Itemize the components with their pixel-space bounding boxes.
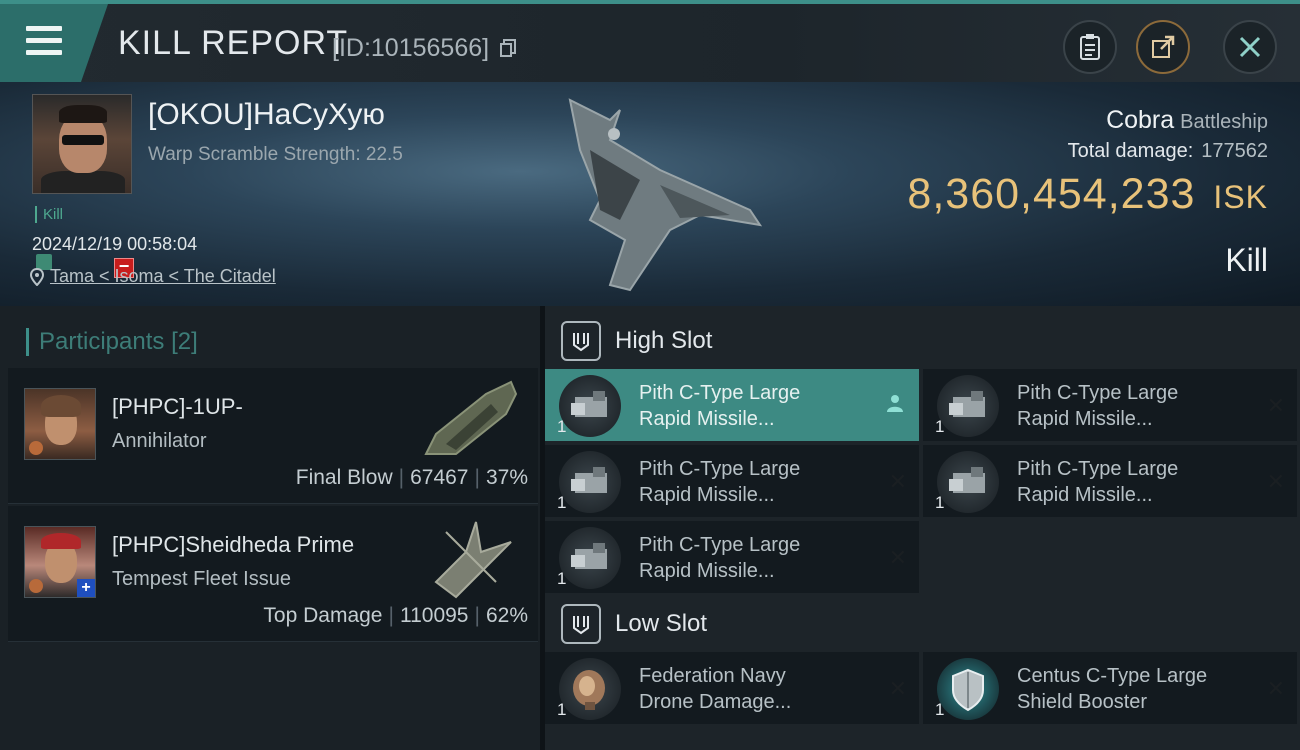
high-slot-title: High Slot [615, 327, 713, 354]
close-icon [1239, 36, 1261, 58]
module-item[interactable]: 1 Pith C-Type Large Rapid Missile... ✕ [545, 521, 919, 593]
x-icon: ✕ [1266, 469, 1285, 494]
report-id: [ID:10156566] [332, 34, 490, 62]
module-qty: 1 [935, 700, 945, 719]
victim-ship-image [568, 98, 763, 292]
fitting-panel: High Slot 1 Pith C-Type Large Rapid Missi… [545, 306, 1300, 750]
slot-icon [561, 604, 601, 644]
participant-avatar[interactable] [24, 388, 96, 460]
participant-stats: Top Damage | 110095 | 62% [263, 604, 528, 627]
result-label: Kill [1225, 242, 1268, 278]
module-item[interactable]: 1 Pith C-Type Large Rapid Missile... ✕ [923, 445, 1297, 517]
participant-ship-image [434, 521, 512, 599]
participant-row[interactable]: [PHPC]-1UP- Annihilator Final Blow | 67467… [8, 368, 538, 504]
victim-panel: − [OKOU]НаСуХую Warp Scramble Strength: … [0, 82, 1300, 306]
x-icon: ✕ [888, 469, 907, 494]
victim-portrait[interactable] [32, 94, 132, 194]
clipboard-button[interactable] [1063, 20, 1117, 74]
warp-scramble-strength: Warp Scramble Strength: 22.5 [148, 144, 403, 165]
module-name: Pith C-Type Large Rapid Missile... [639, 382, 801, 430]
ship-class: Battleship [1180, 111, 1268, 133]
stat-percent: 62% [485, 604, 528, 627]
location-text: Tama < Isoma < The Citadel [50, 266, 276, 286]
participant-name: [PHPC]Sheidheda Prime [112, 532, 355, 557]
module-name: Centus C-Type Large Shield Booster [1017, 665, 1208, 713]
total-damage: Total damage: 177562 [1068, 140, 1268, 163]
x-icon: ✕ [1266, 676, 1285, 701]
module-name: Pith C-Type Large Rapid Missile... [639, 458, 801, 506]
low-slot-header: Low Slot [545, 593, 1300, 655]
copy-icon[interactable] [500, 39, 516, 57]
share-icon [1152, 35, 1175, 58]
close-button[interactable] [1223, 20, 1277, 74]
x-icon: ✕ [888, 676, 907, 701]
plus-status-icon: + [77, 579, 95, 597]
participant-ship: Tempest Fleet Issue [112, 568, 291, 590]
participant-ship: Annihilator [112, 430, 207, 452]
victim-ship: Cobra Battleship [1106, 106, 1268, 135]
location-pin-icon [30, 267, 44, 286]
participants-label: Participants [39, 328, 165, 355]
total-damage-label: Total damage: [1067, 140, 1194, 162]
module-item[interactable]: 1 Pith C-Type Large Rapid Missile... ✕ [923, 369, 1297, 441]
isk-unit: ISK [1213, 179, 1268, 215]
module-item[interactable]: 1 Pith C-Type Large Rapid Missile... [545, 369, 919, 441]
corp-badge-icon [29, 579, 43, 593]
top-bar: KILL REPORT [ID:10156566] [0, 0, 1300, 82]
participant-avatar[interactable]: + [24, 526, 96, 598]
missile-launcher-icon [559, 527, 621, 589]
missile-launcher-icon [937, 375, 999, 437]
kill-datetime: 2024/12/19 00:58:04 [32, 234, 198, 254]
missile-launcher-icon [559, 375, 621, 437]
kill-location-link[interactable]: Tama < Isoma < The Citadel [30, 266, 276, 287]
hamburger-icon [26, 26, 62, 62]
module-name: Pith C-Type Large Rapid Missile... [639, 534, 801, 582]
module-item[interactable]: 1 Federation Navy Drone Damage... ✕ [545, 652, 919, 724]
slot-icon [561, 321, 601, 361]
missile-launcher-icon [559, 451, 621, 513]
stat-damage: 110095 [399, 604, 469, 627]
participants-panel: Participants [2] [PHPC]-1UP- Annihilator… [0, 306, 540, 750]
shield-booster-icon [937, 658, 999, 720]
total-damage-value: 177562 [1201, 140, 1268, 162]
isk-amount: 8,360,454,233 [907, 170, 1196, 218]
stat-label: Top Damage [263, 604, 383, 627]
module-item[interactable]: 1 Centus C-Type Large Shield Booster ✕ [923, 652, 1297, 724]
module-name: Pith C-Type Large Rapid Missile... [1017, 458, 1179, 506]
clipboard-icon [1080, 34, 1100, 60]
kill-tag: Kill [35, 206, 63, 223]
high-slot-header: High Slot [545, 310, 1300, 372]
drone-damage-icon [559, 658, 621, 720]
participant-ship-image [424, 380, 518, 455]
participants-count: [2] [171, 328, 198, 355]
module-name: Pith C-Type Large Rapid Missile... [1017, 382, 1179, 430]
participant-name: [PHPC]-1UP- [112, 394, 243, 419]
module-qty: 1 [557, 700, 567, 719]
low-slot-title: Low Slot [615, 610, 708, 637]
corp-badge-icon [29, 441, 43, 455]
module-qty: 1 [935, 493, 945, 512]
stat-percent: 37% [485, 466, 528, 489]
module-qty: 1 [935, 417, 945, 436]
x-icon: ✕ [888, 545, 907, 570]
pilot-icon [887, 395, 903, 412]
ship-name: Cobra [1106, 106, 1175, 134]
page-title: KILL REPORT [118, 24, 349, 62]
share-button[interactable] [1136, 20, 1190, 74]
victim-name[interactable]: [OKOU]НаСуХую [148, 98, 385, 132]
x-icon: ✕ [1266, 393, 1285, 418]
stat-damage: 67467 [410, 466, 469, 489]
participants-header: Participants [2] [26, 328, 198, 356]
participant-row[interactable]: + [PHPC]Sheidheda Prime Tempest Fleet Is… [8, 506, 538, 642]
stat-label: Final Blow [295, 466, 393, 489]
module-item[interactable]: 1 Pith C-Type Large Rapid Missile... ✕ [545, 445, 919, 517]
module-name: Federation Navy Drone Damage... [639, 665, 792, 713]
participant-stats: Final Blow | 67467 | 37% [295, 466, 528, 489]
module-qty: 1 [557, 493, 567, 512]
module-qty: 1 [557, 569, 567, 588]
menu-button[interactable] [0, 4, 108, 82]
module-qty: 1 [557, 417, 567, 436]
isk-value: 8,360,454,233 ISK [907, 170, 1268, 219]
missile-launcher-icon [937, 451, 999, 513]
